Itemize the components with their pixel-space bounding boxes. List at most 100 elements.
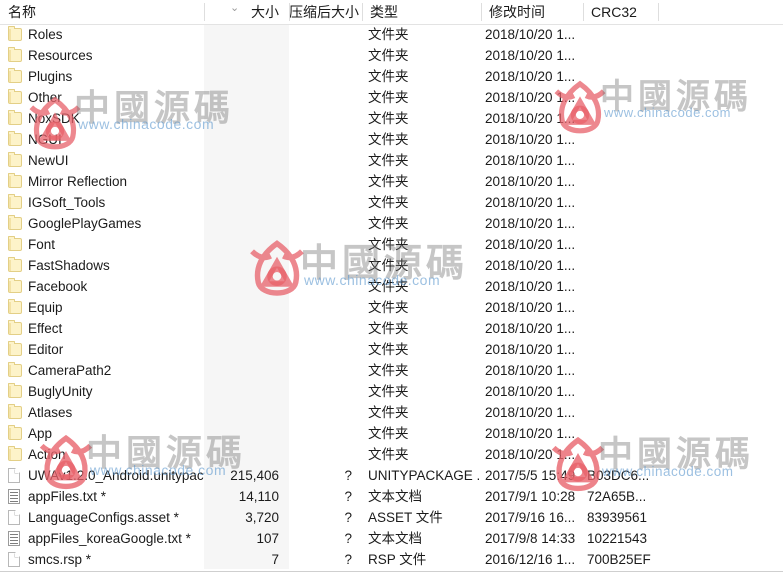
table-row[interactable]: NoxSDK 文件夹 2018/10/20 1... bbox=[0, 108, 783, 129]
table-row[interactable]: GooglePlayGames 文件夹 2018/10/20 1... bbox=[0, 213, 783, 234]
table-row[interactable]: appFiles_koreaGoogle.txt * 107? 文本文档 2017/9… bbox=[0, 528, 783, 549]
table-row[interactable]: LanguageConfigs.asset * 3,720? ASSET 文件 201… bbox=[0, 507, 783, 528]
column-divider[interactable] bbox=[481, 3, 482, 21]
cell-psize bbox=[289, 24, 362, 45]
table-row[interactable]: CameraPath2 文件夹 2018/10/20 1... bbox=[0, 360, 783, 381]
table-row[interactable]: Other 文件夹 2018/10/20 1... bbox=[0, 87, 783, 108]
cell-size bbox=[204, 402, 289, 423]
table-row[interactable]: smcs.rsp * 7? RSP 文件 2016/12/16 1... 700B25E… bbox=[0, 549, 783, 570]
cell-psize: ? bbox=[344, 468, 352, 483]
cell-type: 文件夹 bbox=[368, 48, 409, 63]
column-header-date[interactable]: 修改时间 bbox=[481, 0, 583, 24]
cell-name: GooglePlayGames bbox=[28, 216, 142, 231]
column-divider[interactable] bbox=[204, 3, 205, 21]
column-divider[interactable] bbox=[289, 3, 290, 21]
cell-psize bbox=[289, 213, 362, 234]
table-row[interactable]: Mirror Reflection 文件夹 2018/10/20 1... bbox=[0, 171, 783, 192]
cell-name: IGSoft_Tools bbox=[28, 195, 106, 210]
cell-crc bbox=[583, 24, 658, 45]
column-header-psize[interactable]: 压缩后大小 bbox=[289, 0, 362, 24]
cell-type: 文件夹 bbox=[368, 195, 409, 210]
cell-psize bbox=[289, 150, 362, 171]
table-row[interactable]: Effect 文件夹 2018/10/20 1... bbox=[0, 318, 783, 339]
column-header-crc[interactable]: CRC32 bbox=[583, 0, 658, 24]
cell-size bbox=[204, 339, 289, 360]
column-header-type[interactable]: 类型 bbox=[362, 0, 481, 24]
table-row[interactable]: NewUI 文件夹 2018/10/20 1... bbox=[0, 150, 783, 171]
table-row[interactable]: Font 文件夹 2018/10/20 1... bbox=[0, 234, 783, 255]
cell-name: NoxSDK bbox=[28, 111, 80, 126]
cell-psize bbox=[289, 87, 362, 108]
column-divider[interactable] bbox=[658, 3, 659, 21]
file-list[interactable]: Roles 文件夹 2018/10/20 1... Resources 文件夹 2018/… bbox=[0, 24, 783, 569]
table-row[interactable]: Plugins 文件夹 2018/10/20 1... bbox=[0, 66, 783, 87]
cell-crc bbox=[583, 402, 658, 423]
table-row[interactable]: IGSoft_Tools 文件夹 2018/10/20 1... bbox=[0, 192, 783, 213]
cell-date: 2018/10/20 1... bbox=[485, 300, 576, 315]
cell-psize bbox=[289, 297, 362, 318]
table-row[interactable]: Roles 文件夹 2018/10/20 1... bbox=[0, 24, 783, 45]
cell-psize bbox=[289, 276, 362, 297]
table-row[interactable]: Action 文件夹 2018/10/20 1... bbox=[0, 444, 783, 465]
column-header-size[interactable]: 大小 bbox=[204, 0, 289, 24]
cell-crc bbox=[583, 66, 658, 87]
table-row[interactable]: Editor 文件夹 2018/10/20 1... bbox=[0, 339, 783, 360]
cell-size bbox=[204, 297, 289, 318]
cell-crc bbox=[583, 444, 658, 465]
cell-date: 2017/5/5 15:49 bbox=[485, 468, 576, 483]
column-header-name[interactable]: 名称 bbox=[0, 0, 204, 24]
cell-size bbox=[204, 276, 289, 297]
table-row[interactable]: App 文件夹 2018/10/20 1... bbox=[0, 423, 783, 444]
cell-date: 2018/10/20 1... bbox=[485, 237, 576, 252]
cell-name: NGUI bbox=[28, 132, 62, 147]
cell-type: 文件夹 bbox=[368, 153, 409, 168]
column-divider[interactable] bbox=[362, 3, 363, 21]
table-row[interactable]: FastShadows 文件夹 2018/10/20 1... bbox=[0, 255, 783, 276]
cell-name: Other bbox=[28, 90, 62, 105]
cell-size bbox=[204, 108, 289, 129]
cell-name: Font bbox=[28, 237, 56, 252]
cell-crc: 83939561 bbox=[587, 510, 648, 525]
cell-size bbox=[204, 192, 289, 213]
cell-type: 文件夹 bbox=[368, 174, 409, 189]
table-row[interactable]: Facebook 文件夹 2018/10/20 1... bbox=[0, 276, 783, 297]
cell-psize bbox=[289, 318, 362, 339]
cell-size bbox=[204, 318, 289, 339]
cell-date: 2018/10/20 1... bbox=[485, 132, 576, 147]
cell-type: 文件夹 bbox=[368, 111, 409, 126]
cell-crc bbox=[583, 213, 658, 234]
cell-crc bbox=[583, 150, 658, 171]
table-row[interactable]: appFiles.txt * 14,110? 文本文档 2017/9/1 10:28 7… bbox=[0, 486, 783, 507]
cell-size: 215,406 bbox=[230, 468, 279, 483]
cell-date: 2018/10/20 1... bbox=[485, 447, 576, 462]
cell-type: 文件夹 bbox=[368, 27, 409, 42]
cell-name: Editor bbox=[28, 342, 64, 357]
cell-size bbox=[204, 171, 289, 192]
cell-type: 文件夹 bbox=[368, 258, 409, 273]
file-listing-window: 名称 大小 压缩后大小 类型 修改时间 CRC32 ⌄ Roles 文件夹 2018/10/20… bbox=[0, 0, 783, 580]
cell-size bbox=[204, 423, 289, 444]
cell-size bbox=[204, 24, 289, 45]
cell-type: 文件夹 bbox=[368, 405, 409, 420]
cell-size bbox=[204, 150, 289, 171]
column-divider[interactable] bbox=[583, 3, 584, 21]
cell-psize bbox=[289, 402, 362, 423]
cell-type: 文件夹 bbox=[368, 384, 409, 399]
cell-crc bbox=[583, 360, 658, 381]
cell-crc: 700B25EF bbox=[587, 552, 651, 567]
table-row[interactable]: BuglyUnity 文件夹 2018/10/20 1... bbox=[0, 381, 783, 402]
table-row[interactable]: UWAv1.2.0_Android.unitypack... 215,406? UN… bbox=[0, 465, 783, 486]
cell-name: Facebook bbox=[28, 279, 88, 294]
table-row[interactable]: NGUI 文件夹 2018/10/20 1... bbox=[0, 129, 783, 150]
table-row[interactable]: Resources 文件夹 2018/10/20 1... bbox=[0, 45, 783, 66]
cell-psize bbox=[289, 108, 362, 129]
table-row[interactable]: Atlases 文件夹 2018/10/20 1... bbox=[0, 402, 783, 423]
cell-crc bbox=[583, 87, 658, 108]
cell-name: Equip bbox=[28, 300, 63, 315]
cell-psize bbox=[289, 339, 362, 360]
table-row[interactable]: Equip 文件夹 2018/10/20 1... bbox=[0, 297, 783, 318]
cell-crc: B03DC6... bbox=[587, 468, 650, 483]
cell-date: 2018/10/20 1... bbox=[485, 153, 576, 168]
cell-date: 2018/10/20 1... bbox=[485, 174, 576, 189]
cell-size bbox=[204, 213, 289, 234]
